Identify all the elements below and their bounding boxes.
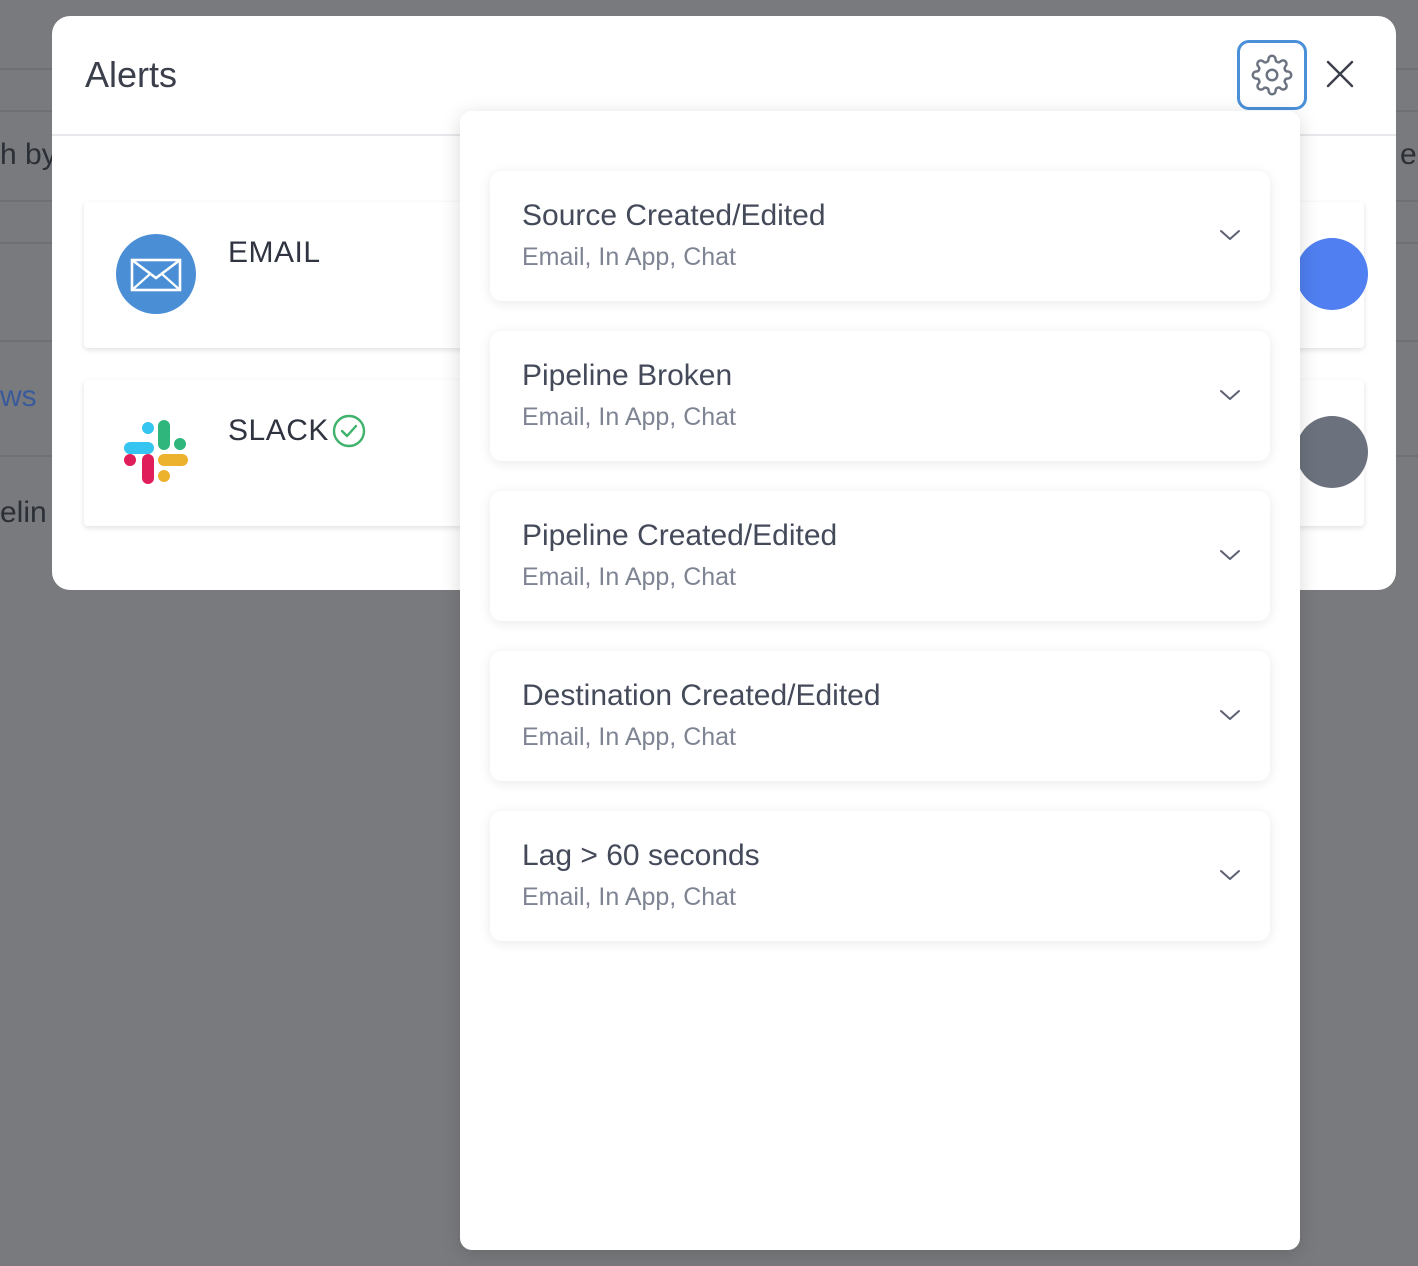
alert-settings-panel: Source Created/Edited Email, In App, Cha… bbox=[460, 111, 1300, 1250]
chevron-down-icon[interactable] bbox=[1218, 707, 1242, 723]
alert-setting-channels: Email, In App, Chat bbox=[522, 563, 737, 591]
alert-setting-title: Pipeline Broken bbox=[522, 359, 733, 392]
background-text: e bbox=[1400, 138, 1417, 171]
alert-setting-title: Destination Created/Edited bbox=[522, 679, 881, 712]
alert-setting-item[interactable]: Source Created/Edited Email, In App, Cha… bbox=[490, 171, 1270, 301]
chevron-down-icon[interactable] bbox=[1218, 227, 1242, 243]
chevron-down-icon[interactable] bbox=[1218, 387, 1242, 403]
alert-setting-title: Pipeline Created/Edited bbox=[522, 519, 838, 552]
alert-setting-title: Lag > 60 seconds bbox=[522, 839, 760, 872]
modal-title: Alerts bbox=[85, 54, 178, 95]
envelope-icon bbox=[116, 234, 196, 314]
channel-label: SLACK bbox=[228, 414, 329, 447]
chevron-down-icon[interactable] bbox=[1218, 547, 1242, 563]
chevron-down-icon[interactable] bbox=[1218, 867, 1242, 883]
slack-icon bbox=[124, 420, 188, 484]
alert-setting-item[interactable]: Pipeline Broken Email, In App, Chat bbox=[490, 331, 1270, 461]
close-button[interactable] bbox=[1322, 56, 1358, 92]
background-link: ws bbox=[0, 380, 37, 413]
alert-setting-channels: Email, In App, Chat bbox=[522, 883, 737, 911]
alert-setting-channels: Email, In App, Chat bbox=[522, 723, 737, 751]
alert-setting-item[interactable]: Pipeline Created/Edited Email, In App, C… bbox=[490, 491, 1270, 621]
background-text: h by bbox=[0, 138, 57, 171]
close-icon bbox=[1326, 60, 1354, 88]
check-circle-icon bbox=[332, 414, 366, 448]
slack-toggle[interactable] bbox=[1296, 416, 1368, 488]
alert-setting-channels: Email, In App, Chat bbox=[522, 403, 737, 431]
email-toggle[interactable] bbox=[1296, 238, 1368, 310]
settings-button[interactable] bbox=[1237, 40, 1307, 110]
alert-setting-channels: Email, In App, Chat bbox=[522, 243, 737, 271]
background-text: elin bbox=[0, 496, 47, 529]
channel-label: EMAIL bbox=[228, 236, 321, 269]
alert-setting-item[interactable]: Lag > 60 seconds Email, In App, Chat bbox=[490, 811, 1270, 941]
alert-setting-item[interactable]: Destination Created/Edited Email, In App… bbox=[490, 651, 1270, 781]
alert-setting-title: Source Created/Edited bbox=[522, 199, 826, 232]
gear-icon bbox=[1251, 54, 1293, 96]
